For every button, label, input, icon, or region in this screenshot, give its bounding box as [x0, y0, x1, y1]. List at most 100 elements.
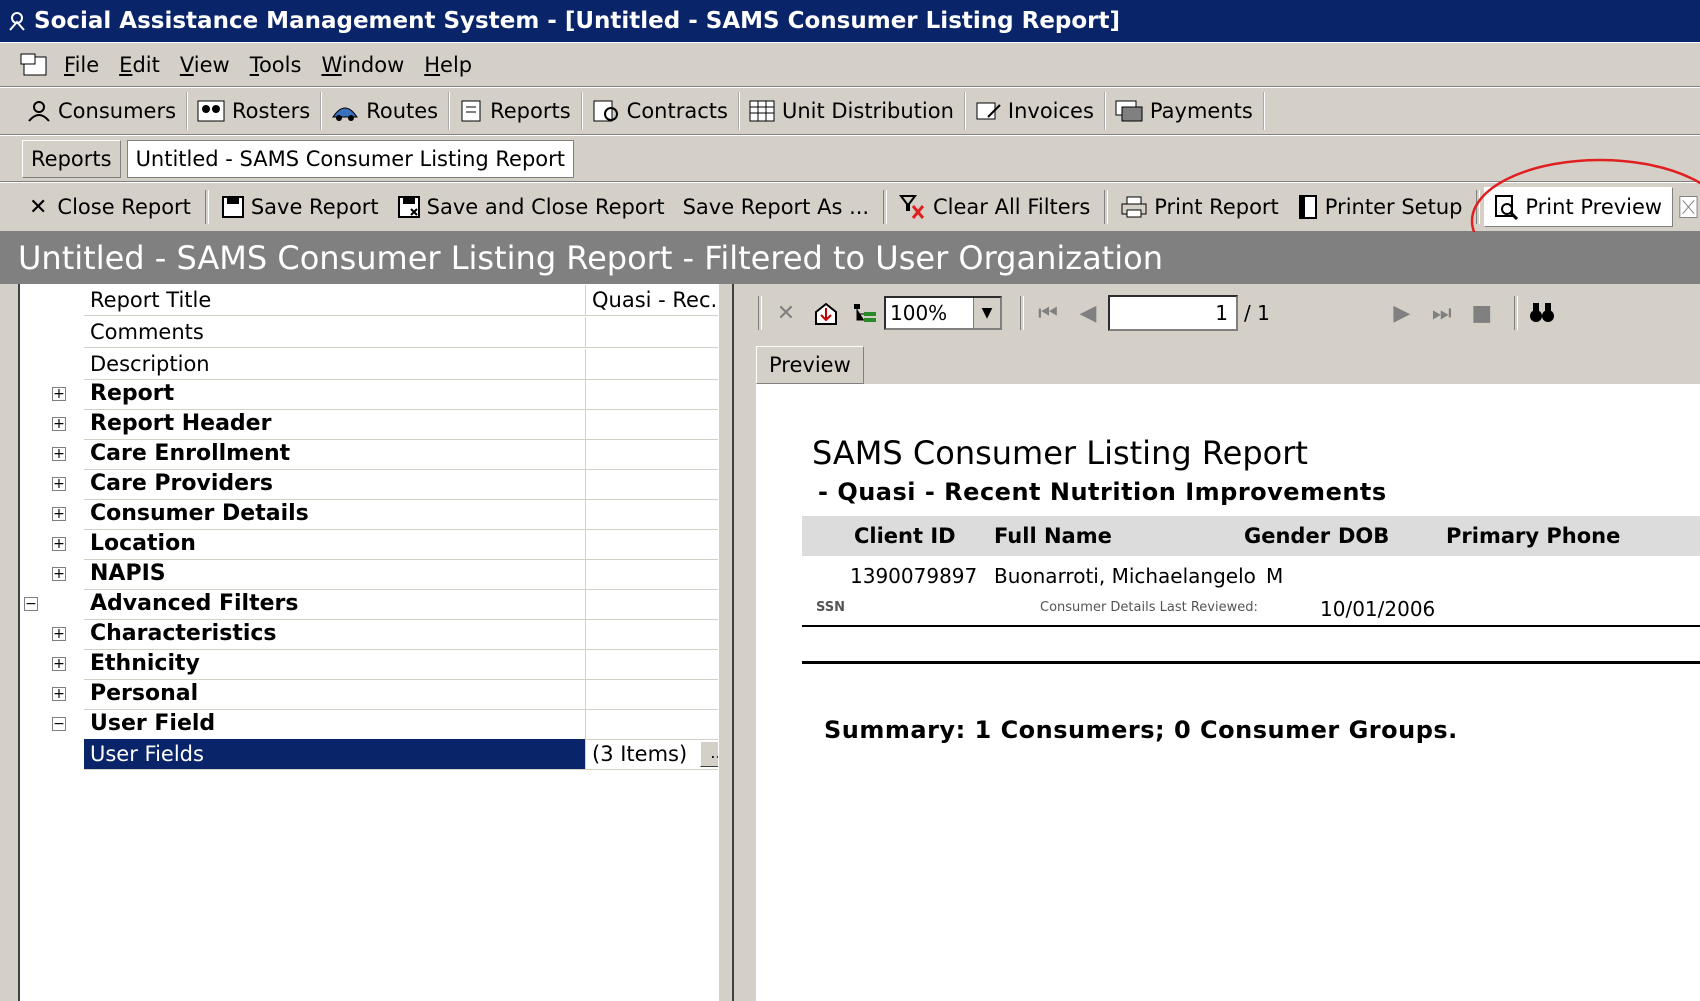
- ssn-label: SSN: [816, 600, 846, 615]
- category-location[interactable]: + Location: [20, 528, 738, 560]
- page-number-input[interactable]: 1: [1108, 295, 1238, 331]
- payments-icon: [1115, 100, 1143, 122]
- chevron-down-icon[interactable]: ▼: [973, 298, 1000, 328]
- property-value[interactable]: [586, 317, 738, 348]
- save-close-icon: [397, 196, 420, 218]
- nav-payments-button[interactable]: Payments: [1106, 92, 1265, 130]
- printer-setup-button[interactable]: Printer Setup: [1289, 188, 1473, 226]
- menu-file[interactable]: File: [54, 53, 109, 77]
- category-care-enrollment[interactable]: + Care Enrollment: [20, 438, 738, 470]
- close-report-button[interactable]: ✕ Close Report: [21, 188, 201, 226]
- property-row-user-fields[interactable]: User Fields (3 Items) ...: [20, 738, 738, 770]
- full-name-cell: Buonarroti, Michaelangelo: [994, 564, 1256, 588]
- expand-icon[interactable]: +: [52, 537, 66, 551]
- nav-invoices-button[interactable]: Invoices: [966, 92, 1106, 130]
- category-report[interactable]: + Report: [20, 378, 738, 410]
- binoculars-icon[interactable]: [1528, 301, 1556, 325]
- save-report-as-button[interactable]: Save Report As ...: [675, 188, 880, 226]
- stop-icon[interactable]: ■: [1468, 301, 1496, 326]
- expand-icon[interactable]: +: [52, 627, 66, 641]
- category-value: [586, 469, 738, 500]
- expand-icon[interactable]: +: [52, 687, 66, 701]
- property-row-description[interactable]: Description: [20, 348, 738, 380]
- category-user-field[interactable]: − User Field: [20, 708, 738, 740]
- pane-splitter[interactable]: [718, 284, 734, 1001]
- expand-icon[interactable]: +: [52, 477, 66, 491]
- category-care-providers[interactable]: + Care Providers: [20, 468, 738, 500]
- tab-consumer-listing-report[interactable]: Untitled - SAMS Consumer Listing Report: [126, 139, 574, 178]
- report-title: SAMS Consumer Listing Report: [812, 434, 1308, 472]
- unit-distribution-icon: [749, 100, 775, 122]
- property-value[interactable]: Quasi - Rec...: [586, 285, 738, 316]
- last-page-icon[interactable]: ⏭: [1428, 301, 1456, 326]
- category-value: [586, 499, 738, 530]
- category-personal[interactable]: + Personal: [20, 678, 738, 710]
- category-napis[interactable]: + NAPIS: [20, 558, 738, 590]
- expand-icon[interactable]: +: [52, 567, 66, 581]
- category-value: [586, 439, 738, 470]
- category-report-header[interactable]: + Report Header: [20, 408, 738, 440]
- menu-help[interactable]: Help: [414, 53, 482, 77]
- tab-reports[interactable]: Reports: [22, 139, 121, 178]
- nav-routes-button[interactable]: Routes: [322, 92, 451, 130]
- module-navbar: Consumers Rosters Routes Reports Contrac…: [0, 87, 1700, 135]
- table-row: 1390079897 Buonarroti, Michaelangelo M: [802, 562, 1700, 594]
- clear-all-filters-label: Clear All Filters: [933, 195, 1091, 219]
- tab-preview-label: Preview: [769, 353, 851, 377]
- column-header-client-id: Client ID: [854, 524, 956, 548]
- expand-icon[interactable]: +: [52, 417, 66, 431]
- previous-page-icon[interactable]: ◀: [1074, 301, 1102, 326]
- menu-view[interactable]: View: [170, 53, 240, 77]
- first-page-icon[interactable]: ⏮: [1034, 301, 1062, 326]
- tab-preview[interactable]: Preview: [756, 346, 864, 384]
- zoom-select[interactable]: 100% ▼: [884, 296, 1002, 330]
- save-report-button[interactable]: Save Report: [213, 188, 389, 226]
- category-value: [586, 589, 738, 620]
- nav-unit-distribution-label: Unit Distribution: [781, 99, 954, 123]
- category-label: Location: [84, 528, 586, 560]
- report-banner-text: Untitled - SAMS Consumer Listing Report …: [18, 239, 1163, 277]
- category-consumer-details[interactable]: + Consumer Details: [20, 498, 738, 530]
- property-row-report-title[interactable]: Report Title Quasi - Rec...: [20, 284, 738, 316]
- nav-consumers-button[interactable]: Consumers: [18, 92, 189, 130]
- expand-icon[interactable]: +: [52, 507, 66, 521]
- category-label: Consumer Details: [84, 498, 586, 530]
- print-report-button[interactable]: Print Report: [1112, 188, 1289, 226]
- category-characteristics[interactable]: + Characteristics: [20, 618, 738, 650]
- menu-tools[interactable]: Tools: [240, 53, 312, 77]
- category-label: Characteristics: [84, 618, 586, 650]
- collapse-icon[interactable]: −: [24, 597, 38, 611]
- nav-routes-label: Routes: [366, 99, 439, 123]
- property-value[interactable]: [586, 349, 738, 380]
- property-row-comments[interactable]: Comments: [20, 316, 738, 348]
- property-label: Report Title: [84, 284, 586, 316]
- close-preview-icon[interactable]: ✕: [772, 301, 800, 326]
- nav-rosters-button[interactable]: Rosters: [188, 92, 323, 130]
- tab-reports-label: Reports: [31, 146, 112, 171]
- category-advanced-filters[interactable]: − Advanced Filters: [20, 588, 738, 620]
- menu-window[interactable]: Window: [311, 53, 414, 77]
- document-icon[interactable]: [18, 51, 50, 79]
- category-label: Personal: [84, 678, 586, 710]
- reviewed-date: 10/01/2006: [1320, 597, 1436, 621]
- expand-icon[interactable]: +: [52, 387, 66, 401]
- expand-icon[interactable]: +: [52, 447, 66, 461]
- report-page: SAMS Consumer Listing Report - Quasi - R…: [756, 384, 1700, 1001]
- save-report-as-label: Save Report As ...: [682, 195, 870, 219]
- menu-edit[interactable]: Edit: [109, 53, 170, 77]
- nav-rosters-label: Rosters: [232, 99, 311, 123]
- export-icon[interactable]: [812, 300, 840, 326]
- nav-reports-button[interactable]: Reports: [450, 92, 583, 130]
- clear-all-filters-button[interactable]: Clear All Filters: [891, 188, 1100, 226]
- save-and-close-report-button[interactable]: Save and Close Report: [389, 188, 675, 226]
- expand-icon[interactable]: +: [52, 657, 66, 671]
- category-ethnicity[interactable]: + Ethnicity: [20, 648, 738, 680]
- collapse-icon[interactable]: −: [52, 717, 66, 731]
- next-page-icon[interactable]: ▶: [1388, 301, 1416, 326]
- nav-unit-distribution-button[interactable]: Unit Distribution: [740, 92, 966, 130]
- separator: [1104, 190, 1109, 224]
- nav-contracts-button[interactable]: Contracts: [583, 92, 740, 130]
- separator: [204, 190, 209, 224]
- preview-pane: ✕ 100% ▼ ⏮ ◀ 1 / 1 ▶ ⏭ ■ Preview SAMS Co…: [734, 284, 1700, 1001]
- tree-toggle-icon[interactable]: [852, 301, 878, 325]
